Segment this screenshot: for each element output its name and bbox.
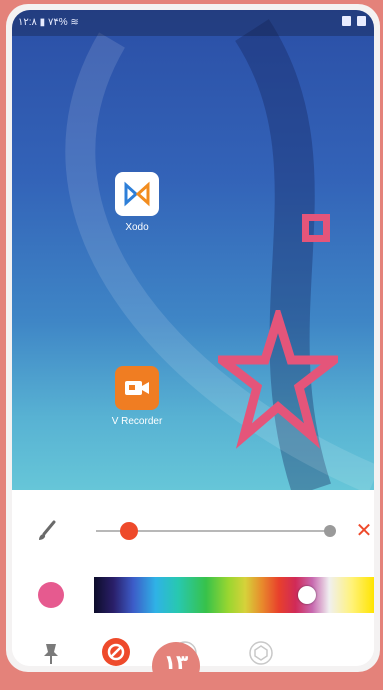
page-number-badge: ۱۳ [152,642,200,690]
brush-size-slider[interactable] [96,522,336,540]
erase-icon[interactable] [102,638,130,666]
shape-tool-icon[interactable] [248,640,274,666]
v-recorder-app-icon[interactable] [115,366,159,410]
app-label: V Recorder [111,416,163,427]
app-label: Xodo [125,222,149,233]
phone-screen: ۱۲:۸ ▮ ۷۴% ≋ Xodo V Recorder ✕ [12,10,374,666]
app-v-recorder[interactable]: V Recorder [92,366,182,427]
drawn-star[interactable] [218,310,338,450]
xodo-app-icon[interactable] [115,172,159,216]
drawing-toolbar: ✕ A [12,490,374,666]
status-text: ۱۲:۸ ▮ ۷۴% ≋ [18,17,79,28]
color-spectrum[interactable] [94,577,374,613]
drawn-square[interactable] [302,214,330,242]
brush-icon [39,520,56,540]
status-bar: ۱۲:۸ ▮ ۷۴% ≋ [12,10,374,36]
app-xodo[interactable]: Xodo [92,172,182,233]
device-frame: ۱۲:۸ ▮ ۷۴% ≋ Xodo V Recorder ✕ [6,4,380,672]
slider-end-dot [324,525,336,537]
battery-icon [342,16,351,26]
signal-icon [357,16,366,26]
pin-icon[interactable] [38,640,64,666]
close-icon[interactable]: ✕ [354,518,374,543]
selected-color-swatch[interactable] [38,582,64,608]
brush-size-thumb[interactable] [120,522,139,540]
color-picker-knob[interactable] [297,586,316,604]
